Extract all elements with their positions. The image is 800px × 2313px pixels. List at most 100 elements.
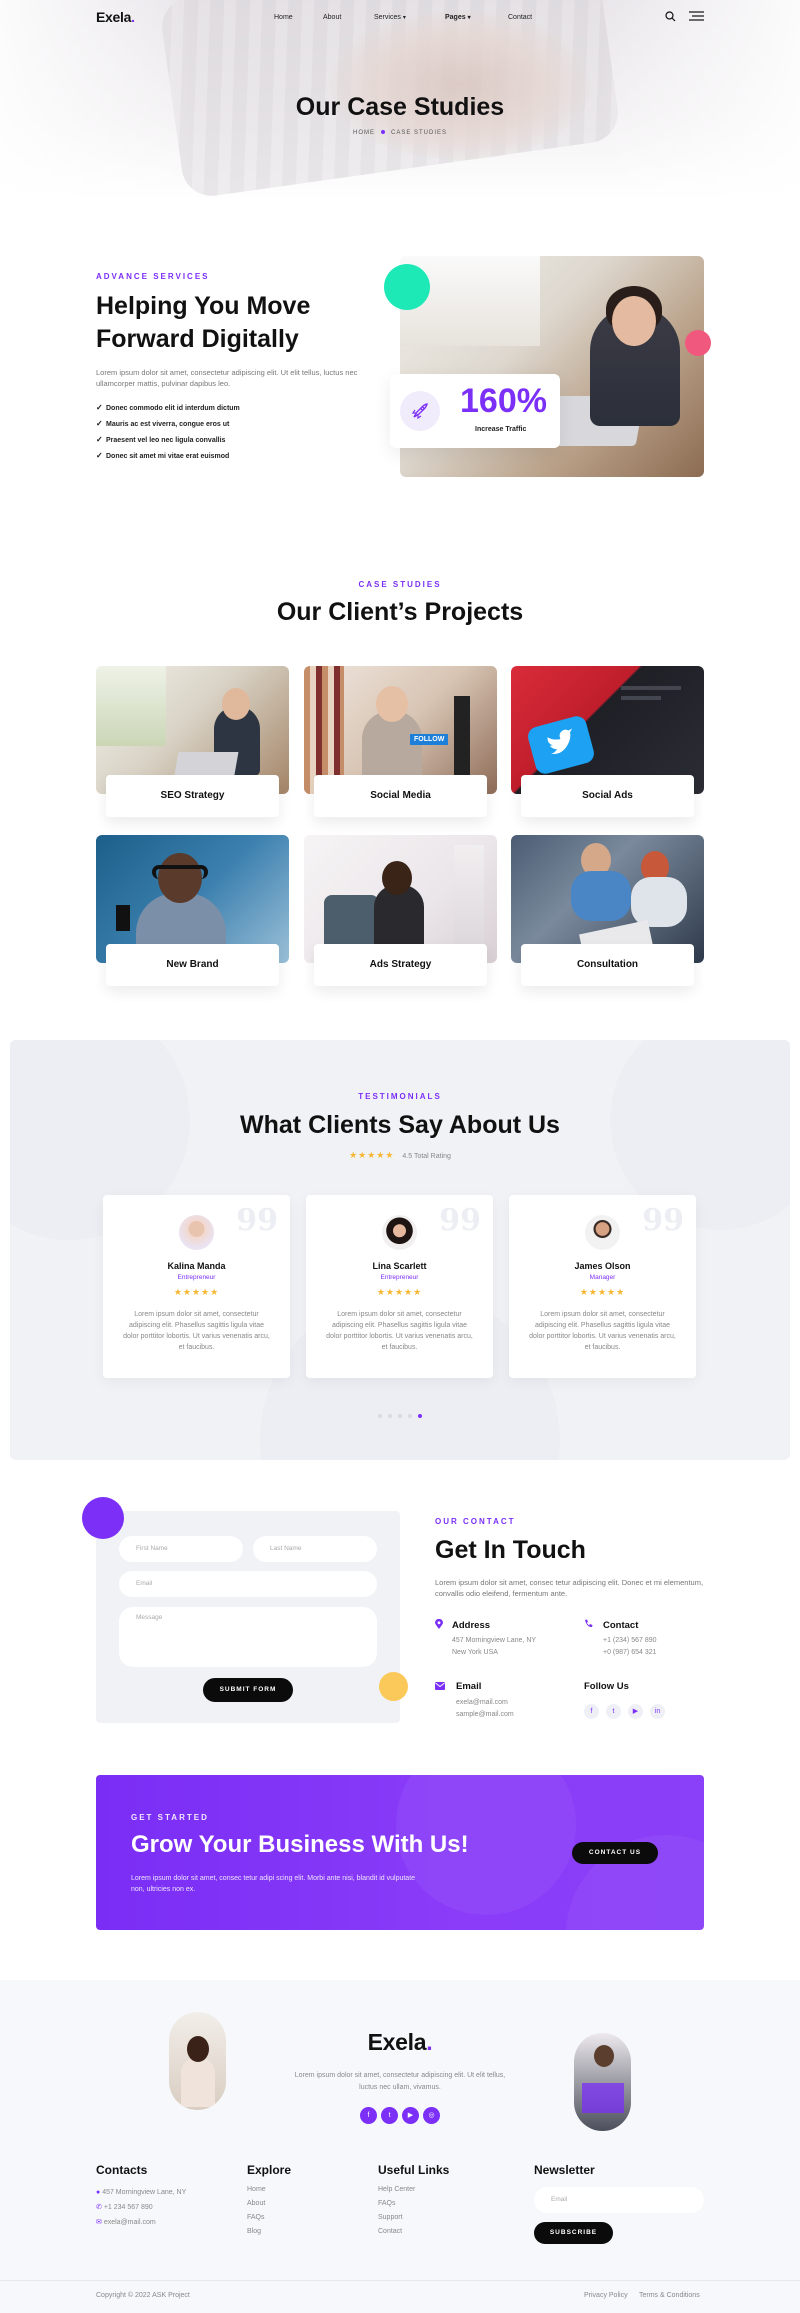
twitter-icon[interactable]: t bbox=[381, 2107, 398, 2124]
submit-form-button[interactable]: SUBMIT FORM bbox=[203, 1678, 293, 1702]
facebook-icon[interactable]: f bbox=[584, 1704, 599, 1719]
facebook-icon[interactable]: f bbox=[360, 2107, 377, 2124]
twitter-icon[interactable]: t bbox=[606, 1704, 621, 1719]
footer-link[interactable]: About bbox=[247, 2197, 266, 2211]
decor-circle-purple bbox=[82, 1497, 124, 1539]
check-icon: ✓ bbox=[96, 451, 103, 460]
email-field[interactable]: Email bbox=[119, 1571, 377, 1597]
social-links: f t ▶ in bbox=[584, 1700, 672, 1719]
newsletter-email-field[interactable]: Email bbox=[534, 2187, 704, 2213]
project-card-new-brand[interactable]: New Brand bbox=[96, 835, 289, 992]
projects-title: Our Client’s Projects bbox=[276, 598, 524, 626]
project-card-consultation[interactable]: Consultation bbox=[511, 835, 704, 992]
chevron-down-icon: ▾ bbox=[467, 15, 471, 21]
advance-checklist: ✓ Donec commodo elit id interdum dictum ✓… bbox=[96, 400, 240, 464]
advance-body: Lorem ipsum dolor sit amet, consectetur … bbox=[96, 368, 358, 388]
footer-link[interactable]: Home bbox=[247, 2183, 266, 2197]
testimonial-stars: ★★★★★ bbox=[579, 1287, 626, 1297]
footer-divider bbox=[0, 2280, 800, 2281]
footer-explore-heading: Explore bbox=[247, 2163, 292, 2177]
terms-link[interactable]: Terms & Conditions bbox=[639, 2292, 700, 2299]
footer-body: Lorem ipsum dolor sit amet, consectetur … bbox=[294, 2072, 506, 2091]
copyright: Copyright © 2022 ASK Project bbox=[96, 2292, 190, 2299]
project-card-social-ads[interactable]: Social Ads bbox=[511, 666, 704, 823]
testimonial-text: Lorem ipsum dolor sit amet, consectetur … bbox=[326, 1311, 473, 1351]
last-name-field[interactable]: Last Name bbox=[253, 1536, 377, 1562]
footer-link[interactable]: FAQs bbox=[247, 2211, 266, 2225]
mail-icon bbox=[435, 1682, 445, 1690]
youtube-icon[interactable]: ▶ bbox=[402, 2107, 419, 2124]
footer-link[interactable]: Support bbox=[378, 2211, 415, 2225]
check-icon: ✓ bbox=[96, 419, 103, 428]
stat-card: 160% Increase Traffic bbox=[390, 374, 560, 448]
page-title: Our Case Studies bbox=[295, 93, 505, 121]
footer-photo-left bbox=[169, 2012, 226, 2110]
footer-useful-heading: Useful Links bbox=[378, 2163, 450, 2177]
brand-logo[interactable]: Exela. bbox=[96, 9, 135, 25]
headphones bbox=[152, 865, 208, 879]
cta-body: Lorem ipsum dolor sit amet, consec tetur… bbox=[131, 1875, 416, 1893]
footer-social: f t ▶ ◎ bbox=[0, 2104, 800, 2124]
project-label: Ads Strategy bbox=[314, 944, 487, 986]
privacy-link[interactable]: Privacy Policy bbox=[584, 2292, 628, 2299]
email-line[interactable]: exela@mail.com bbox=[456, 1697, 508, 1709]
nav-services[interactable]: Services ▾ bbox=[374, 14, 406, 21]
footer-link[interactable]: Help Center bbox=[378, 2183, 415, 2197]
testimonial-role: Entrepreneur bbox=[177, 1274, 216, 1281]
nav-pages[interactable]: Pages ▾ bbox=[445, 14, 471, 21]
breadcrumb-home[interactable]: HOME bbox=[353, 130, 375, 136]
cta-title: Grow Your Business With Us! bbox=[131, 1831, 469, 1858]
carousel-dot[interactable] bbox=[388, 1414, 392, 1418]
breadcrumb: HOME CASE STUDIES bbox=[0, 130, 800, 136]
message-field[interactable]: Message bbox=[119, 1607, 377, 1667]
project-label: Social Ads bbox=[521, 775, 694, 817]
contact-heading: Contact bbox=[603, 1620, 639, 1631]
quote-icon: 99 bbox=[236, 1203, 278, 1238]
youtube-icon[interactable]: ▶ bbox=[628, 1704, 643, 1719]
carousel-dot[interactable] bbox=[398, 1414, 402, 1418]
footer-link[interactable]: Contact bbox=[378, 2225, 415, 2239]
subscribe-button[interactable]: SUBSCRIBE bbox=[534, 2222, 613, 2244]
carousel-dot[interactable] bbox=[408, 1414, 412, 1418]
testimonial-card: 99 James Olson Manager ★★★★★ Lorem ipsum… bbox=[509, 1195, 696, 1378]
first-name-field[interactable]: First Name bbox=[119, 1536, 243, 1562]
instagram-icon[interactable]: ◎ bbox=[423, 2107, 440, 2124]
list-item: ✓ Mauris ac est viverra, congue eros ut bbox=[96, 416, 240, 432]
search-icon[interactable] bbox=[665, 11, 676, 22]
testimonial-name: Kalina Manda bbox=[167, 1261, 226, 1271]
testimonial-card: 99 Kalina Manda Entrepreneur ★★★★★ Lorem… bbox=[103, 1195, 290, 1378]
mail-icon: ✉ bbox=[96, 2219, 102, 2226]
list-item: ✓ Praesent vel leo nec ligula convallis bbox=[96, 432, 240, 448]
contact-eyebrow: OUR CONTACT bbox=[435, 1517, 516, 1526]
phone-line[interactable]: +0 (987) 654 321 bbox=[603, 1647, 657, 1659]
phone-line[interactable]: +1 (234) 567 890 bbox=[603, 1635, 657, 1647]
project-card-ads-strategy[interactable]: Ads Strategy bbox=[304, 835, 497, 992]
linkedin-icon[interactable]: in bbox=[650, 1704, 665, 1719]
project-card-seo[interactable]: SEO Strategy bbox=[96, 666, 289, 823]
email-line[interactable]: sample@mail.com bbox=[456, 1709, 514, 1721]
avatar bbox=[179, 1215, 214, 1250]
footer-link[interactable]: FAQs bbox=[378, 2197, 415, 2211]
nav-home[interactable]: Home bbox=[274, 14, 293, 21]
footer-phone[interactable]: ✆ +1 234 567 890 bbox=[96, 2201, 153, 2215]
follow-heading: Follow Us bbox=[584, 1681, 629, 1692]
twitter-app-icon bbox=[525, 714, 597, 776]
footer-logo[interactable]: Exela. bbox=[0, 2029, 800, 2056]
advance-eyebrow: ADVANCE SERVICES bbox=[96, 272, 210, 281]
project-card-social-media[interactable]: FOLLOW Social Media bbox=[304, 666, 497, 823]
footer-contacts-heading: Contacts bbox=[96, 2163, 148, 2177]
testimonial-text: Lorem ipsum dolor sit amet, consectetur … bbox=[123, 1311, 270, 1351]
hamburger-menu-icon[interactable] bbox=[689, 11, 704, 21]
testimonial-text: Lorem ipsum dolor sit amet, consectetur … bbox=[529, 1311, 676, 1351]
project-label: Social Media bbox=[314, 775, 487, 817]
contact-us-button[interactable]: CONTACT US bbox=[572, 1842, 658, 1864]
phone-icon bbox=[585, 1619, 593, 1628]
carousel-dot-active[interactable] bbox=[418, 1414, 422, 1418]
testimonials-eyebrow: TESTIMONIALS bbox=[358, 1092, 442, 1101]
footer-link[interactable]: Blog bbox=[247, 2225, 266, 2239]
nav-contact[interactable]: Contact bbox=[508, 14, 532, 21]
nav-about[interactable]: About bbox=[323, 14, 341, 21]
footer-email[interactable]: ✉ exela@mail.com bbox=[96, 2216, 156, 2230]
testimonial-name: Lina Scarlett bbox=[372, 1261, 427, 1271]
carousel-dot[interactable] bbox=[378, 1414, 382, 1418]
